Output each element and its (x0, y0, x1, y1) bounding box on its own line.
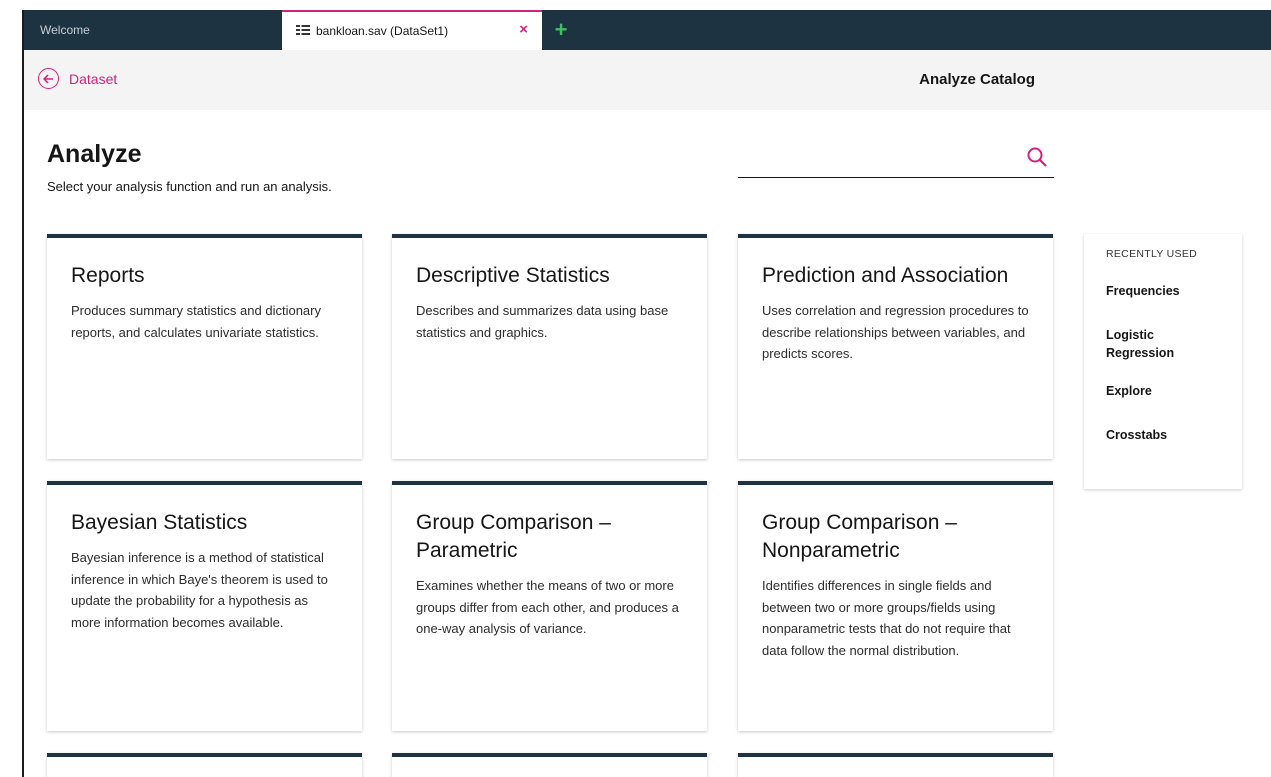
recent-item-explore[interactable]: Explore (1106, 382, 1216, 400)
card-prediction-and-association[interactable]: Prediction and Association Uses correlat… (738, 234, 1053, 459)
card-description: Bayesian inference is a method of statis… (71, 550, 328, 630)
search-icon[interactable] (1026, 146, 1048, 168)
card-title: Prediction and Association (762, 264, 1009, 287)
page-subtitle: Select your analysis function and run an… (47, 179, 332, 194)
left-margin (0, 0, 22, 777)
recent-item-crosstabs[interactable]: Crosstabs (1106, 426, 1216, 444)
card-partial[interactable] (47, 753, 362, 777)
card-title: Descriptive Statistics (416, 264, 610, 287)
card-title: Group Comparison – Nonparametric (762, 511, 957, 562)
search-box (738, 140, 1054, 178)
card-bayesian-statistics[interactable]: Bayesian Statistics Bayesian inference i… (47, 481, 362, 731)
top-margin (0, 0, 1271, 10)
tab-close-icon[interactable]: × (519, 21, 528, 38)
card-reports[interactable]: Reports Produces summary statistics and … (47, 234, 362, 459)
card-descriptive-statistics[interactable]: Descriptive Statistics Describes and sum… (392, 234, 707, 459)
card-description: Uses correlation and regression procedur… (762, 303, 1029, 361)
recent-item-frequencies[interactable]: Frequencies (1106, 282, 1216, 300)
card-group-comparison-nonparametric[interactable]: Group Comparison – Nonparametric Identif… (738, 481, 1053, 731)
card-title: Reports (71, 264, 145, 287)
card-description: Produces summary statistics and dictiona… (71, 303, 321, 340)
card-description: Examines whether the means of two or mor… (416, 578, 679, 636)
back-to-dataset-link[interactable]: Dataset (38, 68, 117, 89)
back-link-label: Dataset (69, 70, 118, 87)
card-description: Describes and summarizes data using base… (416, 303, 669, 340)
add-tab-button[interactable]: + (542, 10, 580, 50)
recent-item-logistic-regression[interactable]: Logistic Regression (1106, 326, 1216, 362)
card-description: Identifies differences in single fields … (762, 578, 1011, 658)
tab-dataset-label: bankloan.sav (DataSet1) (316, 24, 449, 38)
header-title: Analyze Catalog (919, 71, 1035, 88)
window-frame (22, 10, 24, 777)
card-partial[interactable] (392, 753, 707, 777)
page-title: Analyze (47, 140, 142, 168)
card-title: Bayesian Statistics (71, 511, 248, 534)
dataset-file-icon (296, 24, 310, 38)
arrow-left-circle-icon (38, 68, 59, 89)
card-group-comparison-parametric[interactable]: Group Comparison – Parametric Examines w… (392, 481, 707, 731)
tab-welcome[interactable]: Welcome (24, 10, 282, 50)
plus-icon: + (554, 17, 568, 42)
recently-used-heading: RECENTLY USED (1106, 248, 1198, 260)
search-input[interactable] (738, 140, 1018, 176)
card-partial[interactable] (738, 753, 1053, 777)
catalog-header: Dataset Analyze Catalog (24, 50, 1271, 110)
card-title: Group Comparison – Parametric (416, 511, 611, 562)
tab-welcome-label: Welcome (40, 23, 90, 37)
tab-dataset[interactable]: bankloan.sav (DataSet1) × (282, 10, 542, 50)
recently-used-panel: RECENTLY USED Frequencies Logistic Regre… (1084, 234, 1242, 489)
tab-bar: Welcome bankloan.sav (DataSet1) × + (24, 10, 1271, 50)
